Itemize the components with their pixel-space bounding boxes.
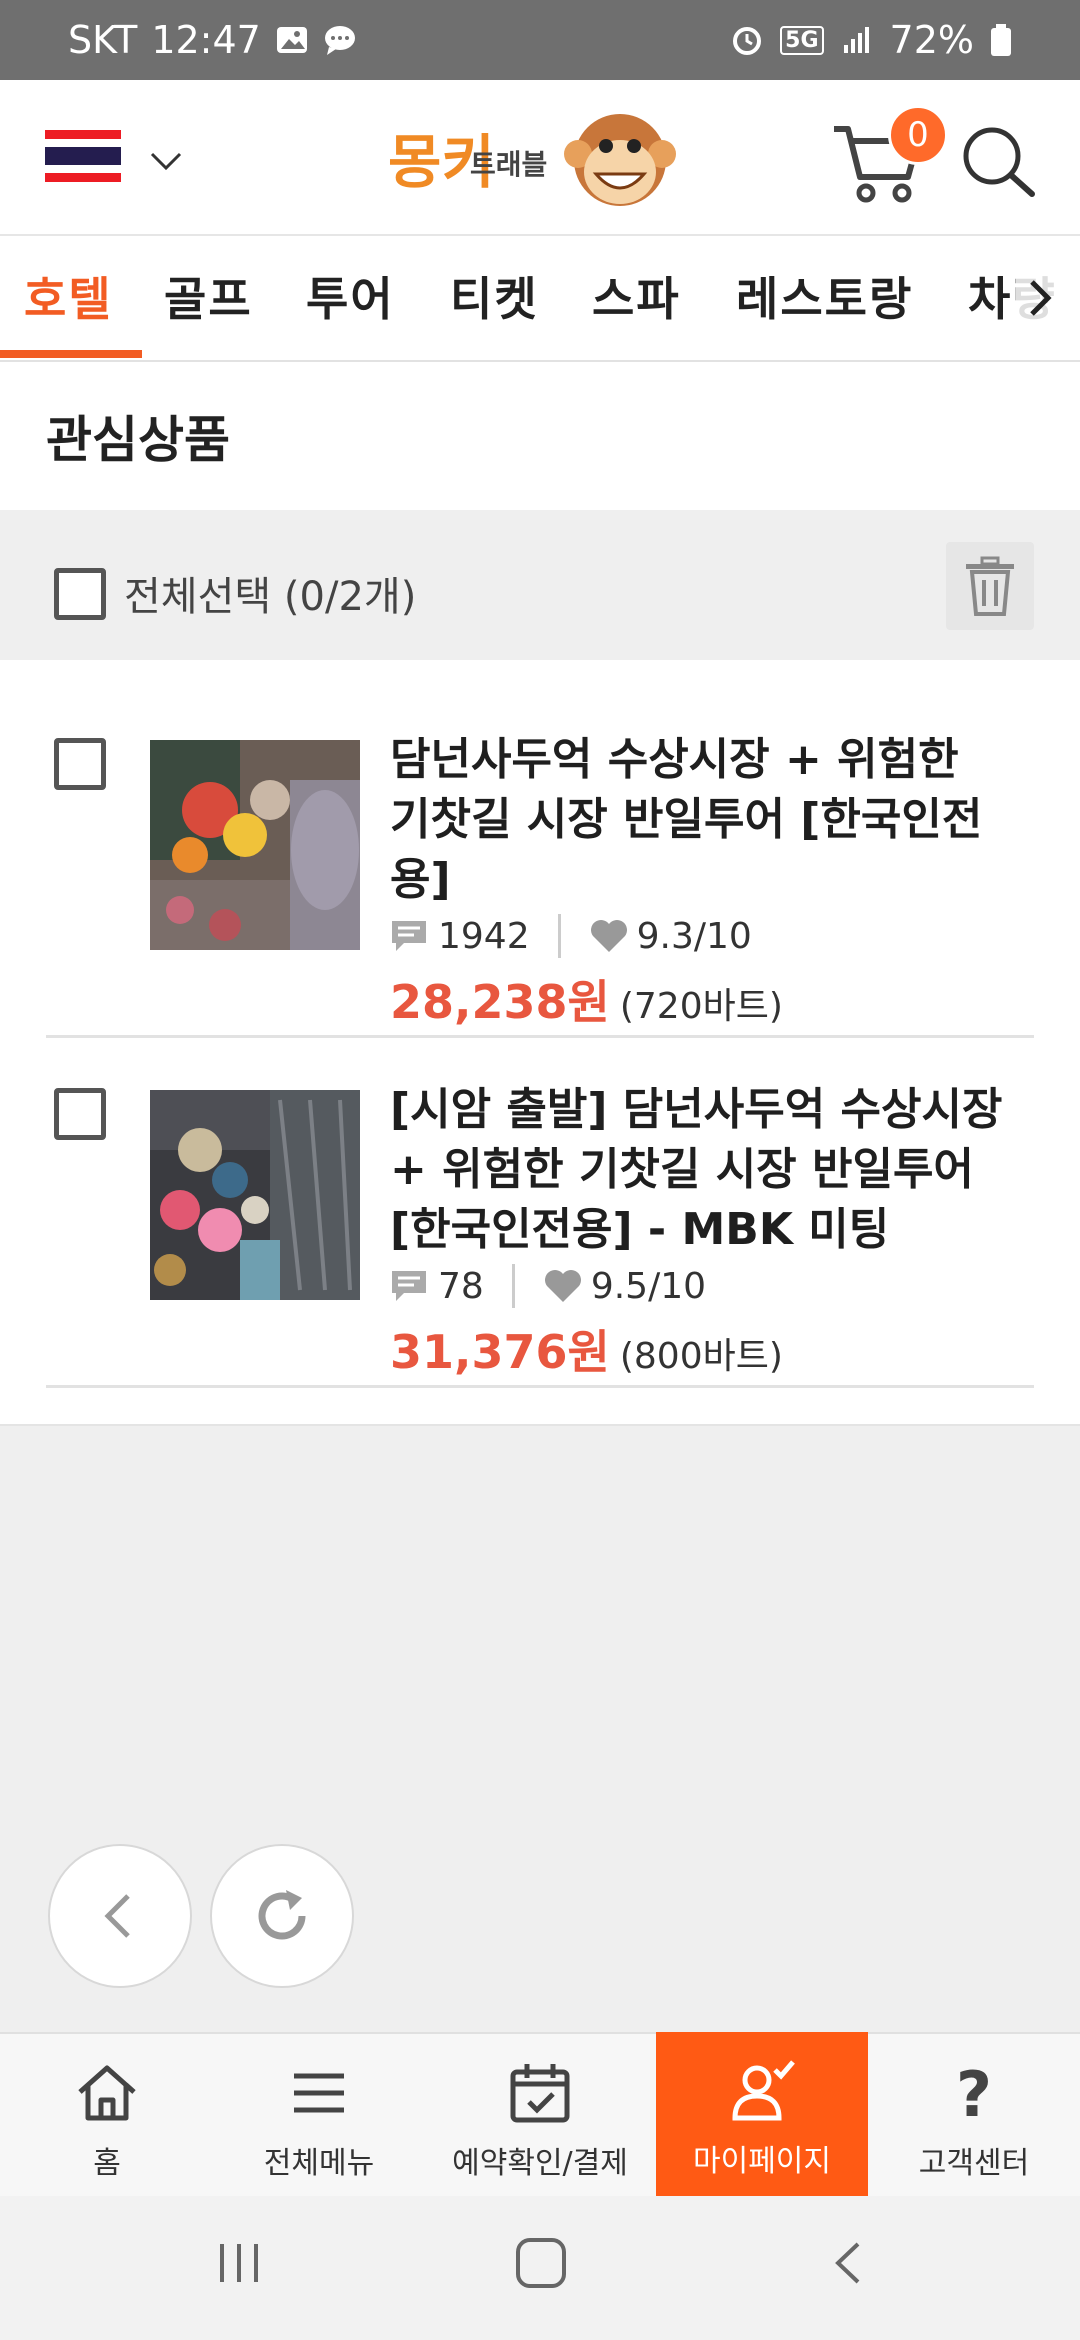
nav-label: 마이페이지 (693, 2144, 831, 2179)
content-footer-area (0, 1424, 1080, 2034)
app-header: 몽키 트래블 0 (0, 80, 1080, 236)
bottom-nav: 홈 전체메뉴 예약확인/결제 마이페이지 ? 고객센터 (0, 2032, 1080, 2198)
question-icon: ? (956, 2058, 992, 2128)
heart-icon (590, 920, 627, 952)
nav-label: 예약확인/결제 (452, 2146, 628, 2181)
nav-menu[interactable]: 전체메뉴 (214, 2034, 424, 2198)
alarm-icon (733, 27, 762, 55)
item-checkbox[interactable] (54, 1088, 106, 1140)
battery-icon (991, 24, 1011, 56)
trash-icon (966, 556, 1014, 616)
system-nav-bar (0, 2196, 1080, 2340)
item-checkbox[interactable] (54, 738, 106, 790)
item-thumbnail[interactable] (150, 740, 360, 950)
calendar-check-icon (510, 2064, 570, 2123)
tab-ticket[interactable]: 티켓 (450, 236, 539, 360)
menu-icon (294, 2073, 344, 2113)
comment-icon (392, 1271, 426, 1301)
nav-label: 전체메뉴 (263, 2146, 375, 2181)
review-count: 78 (438, 1265, 484, 1307)
carrier-label: SKT (68, 18, 138, 62)
item-thumbnail[interactable] (150, 1090, 360, 1300)
back-nav-icon[interactable] (824, 2238, 874, 2288)
item-title[interactable]: [시암 출발] 담넌사두억 수상시장 + 위험한 기찻길 시장 반일투어 [한국… (390, 1080, 1010, 1260)
search-icon[interactable] (960, 124, 1036, 200)
meta-divider (557, 914, 561, 958)
rating-value: 9.3/10 (636, 915, 752, 957)
item-price: 31,376원 (800바트) (390, 1316, 783, 1382)
chat-icon (324, 26, 355, 55)
select-all-bar: 전체선택 (0/2개) (0, 510, 1080, 660)
logo[interactable]: 몽키 트래블 (388, 102, 688, 220)
comment-icon (392, 921, 426, 951)
page-title: 관심상품 (46, 411, 230, 469)
gallery-icon (276, 27, 307, 53)
refresh-button[interactable] (210, 1844, 354, 1988)
recent-apps-icon[interactable] (214, 2238, 264, 2288)
chevron-right-icon[interactable] (1016, 274, 1064, 322)
nav-mypage[interactable]: 마이페이지 (656, 2032, 868, 2198)
review-count: 1942 (438, 915, 530, 957)
item-meta: 78 9.5/10 (390, 1264, 706, 1308)
item-meta: 1942 9.3/10 (390, 914, 752, 958)
nav-reservations[interactable]: 예약확인/결제 (424, 2034, 656, 2198)
rating-value: 9.5/10 (590, 1265, 707, 1307)
tab-spa[interactable]: 스파 (592, 236, 681, 360)
battery-label: 72% (889, 18, 974, 62)
nav-label: 고객센터 (918, 2146, 1030, 2181)
item-price: 28,238원 (720바트) (390, 966, 783, 1032)
list-item[interactable]: 담넌사두억 수상시장 + 위험한 기찻길 시장 반일투어 [한국인전용] 194… (46, 688, 1034, 1038)
tab-restaurant[interactable]: 레스토랑 (736, 236, 913, 360)
chevron-left-icon (104, 1894, 130, 1938)
price-baht: (800바트) (619, 1336, 783, 1377)
nav-home[interactable]: 홈 (0, 2034, 214, 2198)
cart-count-badge: 0 (888, 105, 948, 165)
select-all-label[interactable]: 전체선택 (0/2개) (124, 564, 416, 622)
signal-icon (843, 27, 869, 53)
select-all-checkbox[interactable] (54, 568, 106, 620)
nav-label: 홈 (93, 2146, 121, 2181)
heart-icon (544, 1270, 581, 1302)
tab-hotel[interactable]: 호텔 (24, 236, 113, 360)
active-tab-indicator (0, 350, 142, 358)
home-button-icon[interactable] (514, 2236, 568, 2290)
item-title[interactable]: 담넌사두억 수상시장 + 위험한 기찻길 시장 반일투어 [한국인전용] (390, 730, 1010, 910)
price-baht: (720바트) (619, 986, 783, 1027)
tab-golf[interactable]: 골프 (164, 236, 253, 360)
status-bar: SKT 12:47 5G 72% (0, 0, 1080, 80)
back-button[interactable] (48, 1844, 192, 1988)
svg-text:트래블: 트래블 (470, 148, 547, 181)
list-item[interactable]: [시암 출발] 담넌사두억 수상시장 + 위험한 기찻길 시장 반일투어 [한국… (46, 1038, 1034, 1388)
svg-text:?: ? (956, 2058, 992, 2128)
home-icon (78, 2065, 136, 2121)
category-tabs: 호텔 골프 투어 티켓 스파 레스토랑 차량 (0, 236, 1080, 362)
tab-tour[interactable]: 투어 (306, 236, 395, 360)
thailand-flag-icon[interactable] (45, 130, 121, 182)
time-label: 12:47 (151, 18, 261, 62)
refresh-icon (258, 1890, 306, 1940)
chevron-down-icon[interactable] (146, 140, 186, 180)
nav-customer-center[interactable]: ? 고객센터 (868, 2034, 1080, 2198)
price-won: 28,238원 (390, 975, 610, 1029)
user-check-icon (732, 2060, 795, 2121)
delete-button[interactable] (946, 542, 1034, 630)
network-label: 5G (780, 25, 824, 55)
meta-divider (511, 1264, 515, 1308)
price-won: 31,376원 (390, 1325, 610, 1379)
